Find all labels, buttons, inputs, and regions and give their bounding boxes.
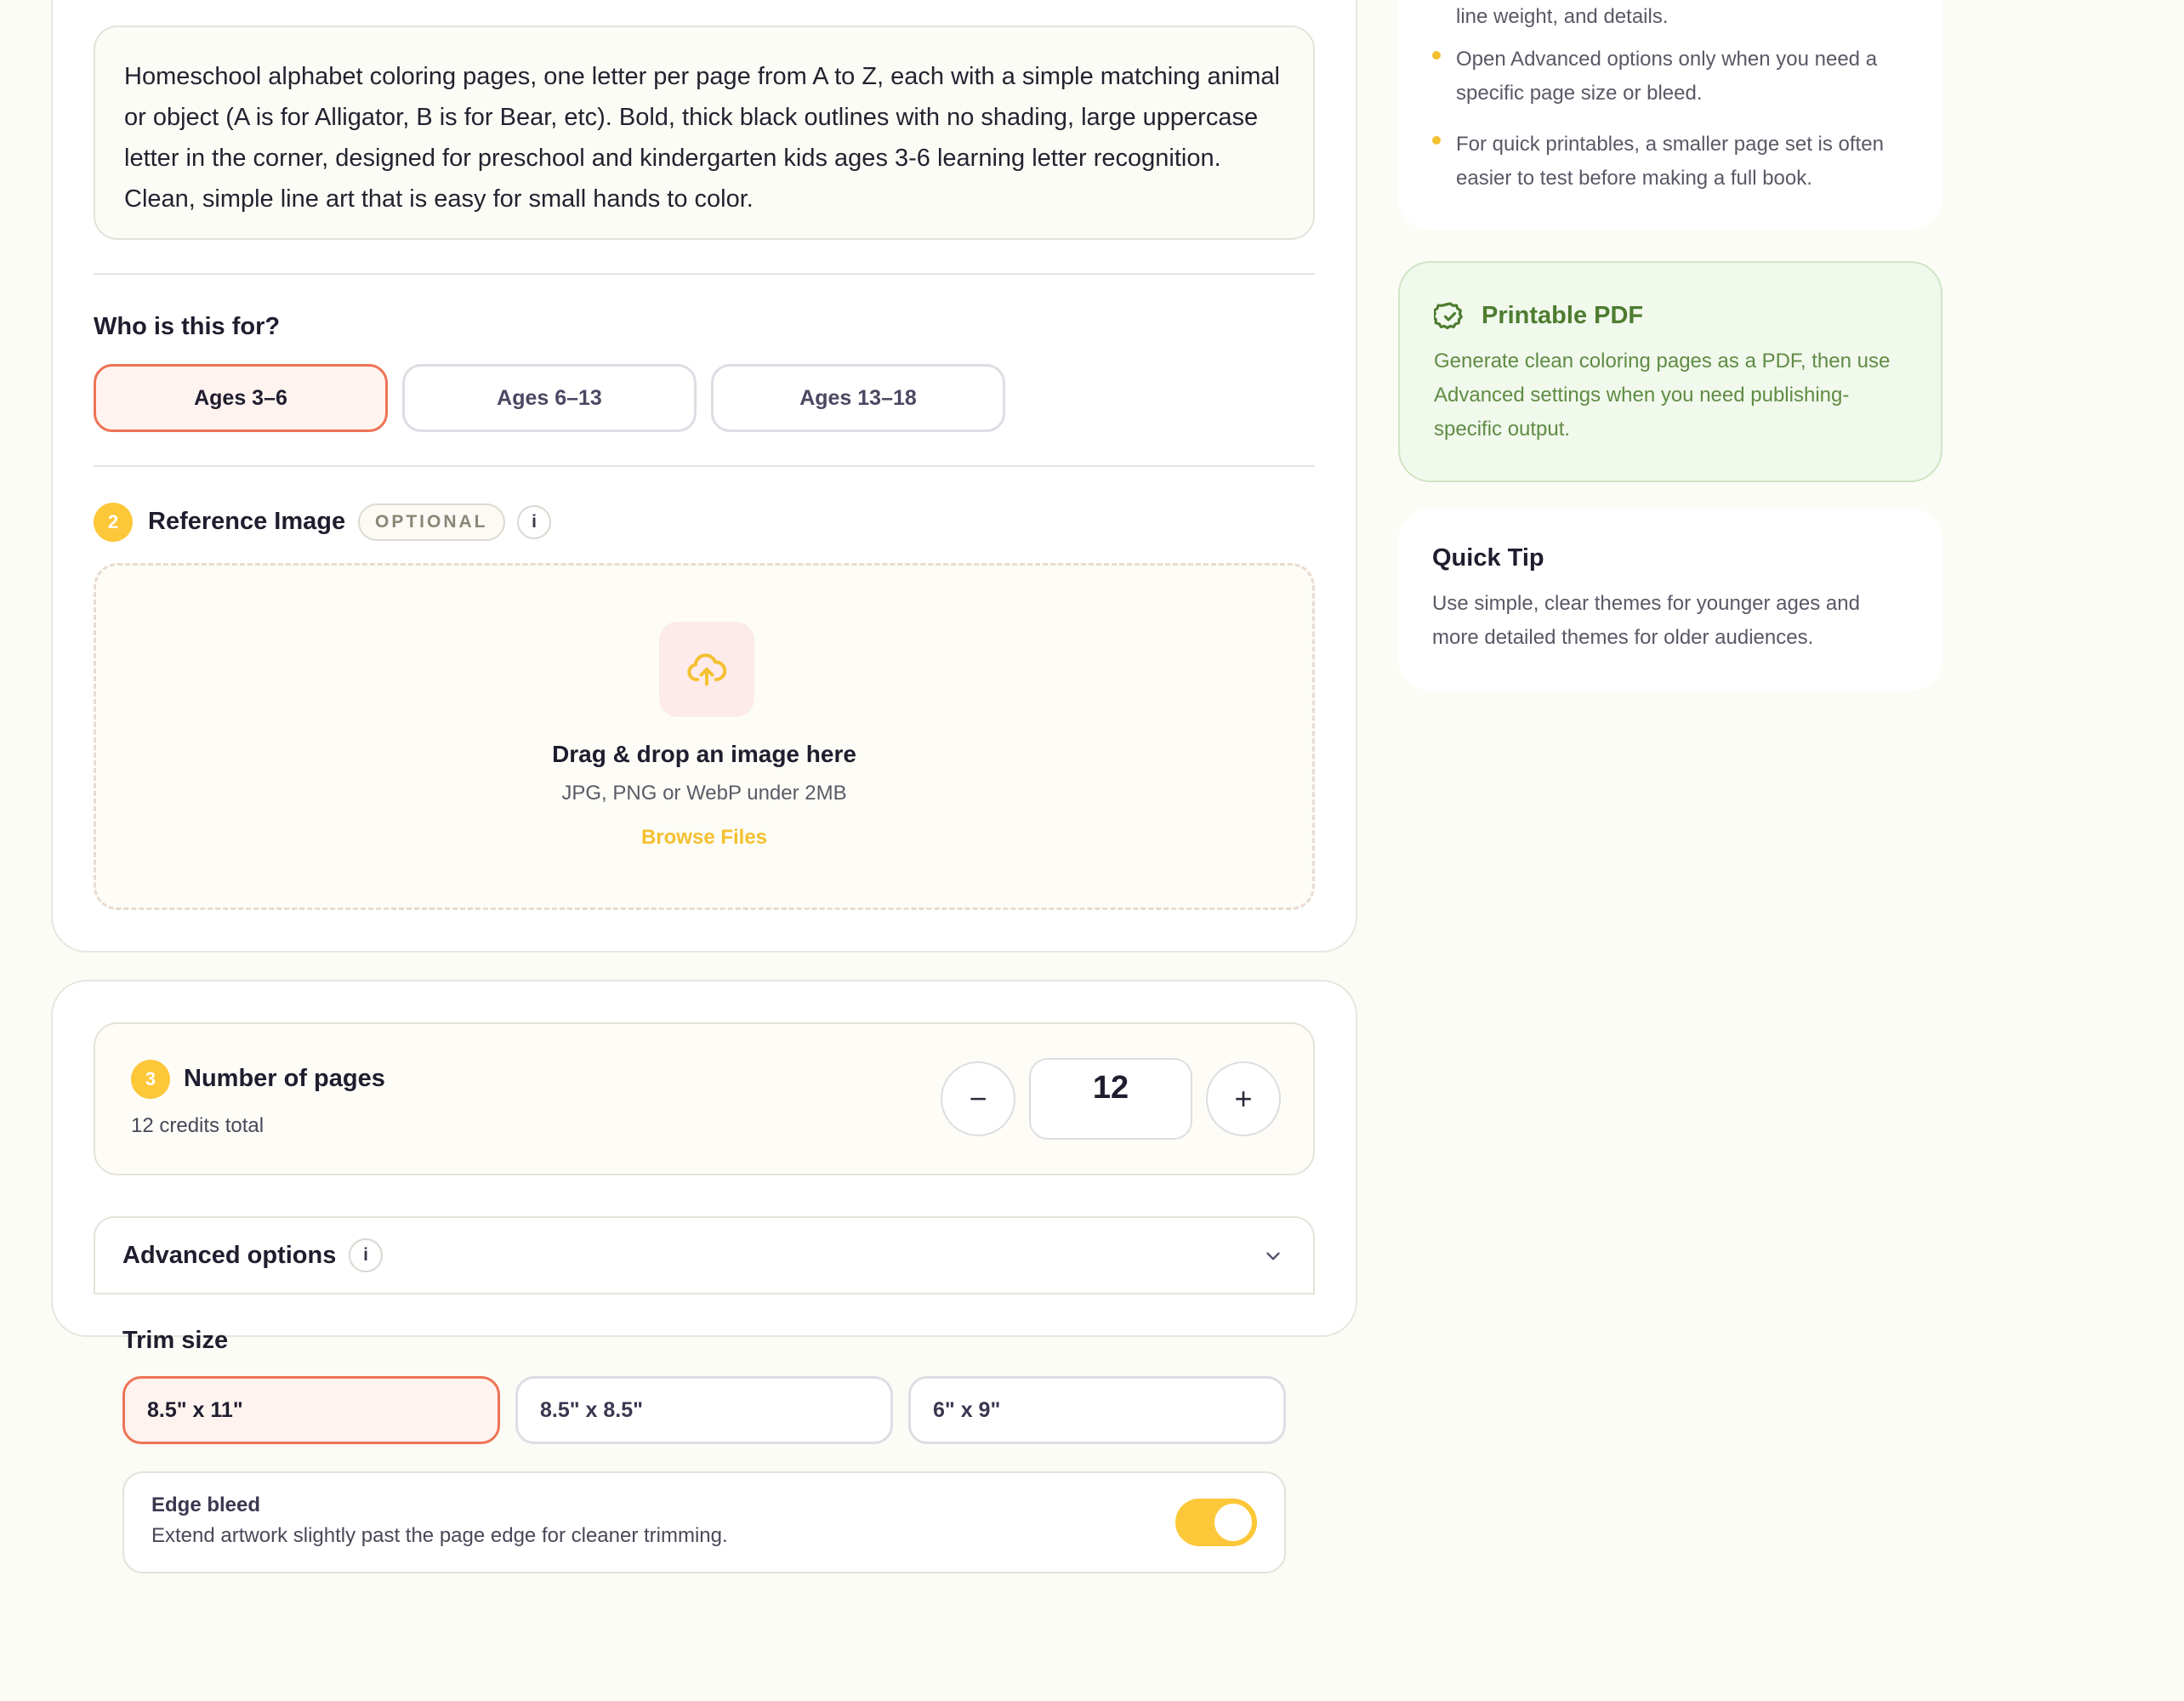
bullet-dot-icon (1432, 51, 1441, 60)
tip-item: Open Advanced options only when you need… (1456, 48, 1878, 105)
cloud-upload-icon (659, 622, 754, 717)
bullet-dot-icon (1432, 136, 1441, 145)
divider (94, 465, 1315, 467)
credits-total: 12 credits total (131, 1114, 264, 1137)
printable-pdf-card: Printable PDF Generate clean coloring pa… (1398, 261, 1942, 482)
dropzone-title: Drag & drop an image here (552, 741, 856, 767)
decrement-pages-button[interactable]: − (941, 1061, 1015, 1136)
divider (94, 273, 1315, 275)
dropzone-subtitle: JPG, PNG or WebP under 2MB (561, 782, 847, 805)
trim-option-8-5x8-5[interactable]: 8.5" x 8.5" (515, 1376, 893, 1444)
page: Homeschool alphabet coloring pages, one … (0, 0, 2184, 1701)
prompt-textarea[interactable]: Homeschool alphabet coloring pages, one … (94, 26, 1315, 240)
printable-pdf-title: Printable PDF (1482, 302, 1644, 329)
reference-image-heading: Reference Image (148, 508, 346, 535)
step-badge-2: 2 (94, 503, 133, 542)
pages-heading: Number of pages (184, 1065, 385, 1092)
badge-check-icon (1431, 300, 1466, 337)
edge-bleed-panel: Edge bleed Extend artwork slightly past … (122, 1471, 1286, 1573)
browse-files-link[interactable]: Browse Files (96, 826, 1312, 850)
plus-icon: + (1234, 1081, 1253, 1116)
edge-bleed-description: Extend artwork slightly past the page ed… (151, 1524, 728, 1547)
quick-tip-body: Use simple, clear themes for younger age… (1432, 592, 1860, 649)
edge-bleed-title: Edge bleed (151, 1493, 261, 1516)
pages-count-input[interactable]: 12 (1029, 1058, 1192, 1140)
quick-tip-card: Quick Tip Use simple, clear themes for y… (1398, 509, 1942, 691)
advanced-info-icon[interactable]: i (349, 1238, 383, 1272)
tip-item: line weight, and details. (1456, 5, 1669, 28)
age-option-13-18[interactable]: Ages 13–18 (711, 364, 1005, 432)
quick-tip-title: Quick Tip (1432, 544, 1544, 572)
advanced-options-heading: Advanced options (122, 1242, 337, 1269)
trim-option-8-5x11[interactable]: 8.5" x 11" (122, 1376, 500, 1444)
step-badge-3: 3 (131, 1060, 170, 1099)
chevron-down-icon (1262, 1245, 1284, 1271)
minus-icon: − (969, 1081, 987, 1116)
tip-item: For quick printables, a smaller page set… (1456, 133, 1884, 190)
image-dropzone[interactable]: Drag & drop an image here JPG, PNG or We… (94, 563, 1315, 910)
trim-option-6x9[interactable]: 6" x 9" (908, 1376, 1286, 1444)
edge-bleed-toggle[interactable] (1175, 1499, 1257, 1546)
toggle-knob (1214, 1504, 1252, 1541)
audience-heading: Who is this for? (94, 313, 281, 340)
increment-pages-button[interactable]: + (1206, 1061, 1281, 1136)
tips-card: line weight, and details. Open Advanced … (1398, 0, 1942, 230)
optional-badge: OPTIONAL (358, 503, 505, 541)
trim-size-heading: Trim size (122, 1327, 229, 1354)
reference-info-icon[interactable]: i (517, 505, 551, 539)
number-of-pages-panel: 3 Number of pages 12 credits total − 12 … (94, 1022, 1315, 1175)
age-option-6-13[interactable]: Ages 6–13 (402, 364, 697, 432)
age-option-3-6[interactable]: Ages 3–6 (94, 364, 388, 432)
advanced-options-toggle[interactable]: Advanced options i (94, 1216, 1315, 1294)
printable-pdf-body: Generate clean coloring pages as a PDF, … (1434, 350, 1891, 441)
